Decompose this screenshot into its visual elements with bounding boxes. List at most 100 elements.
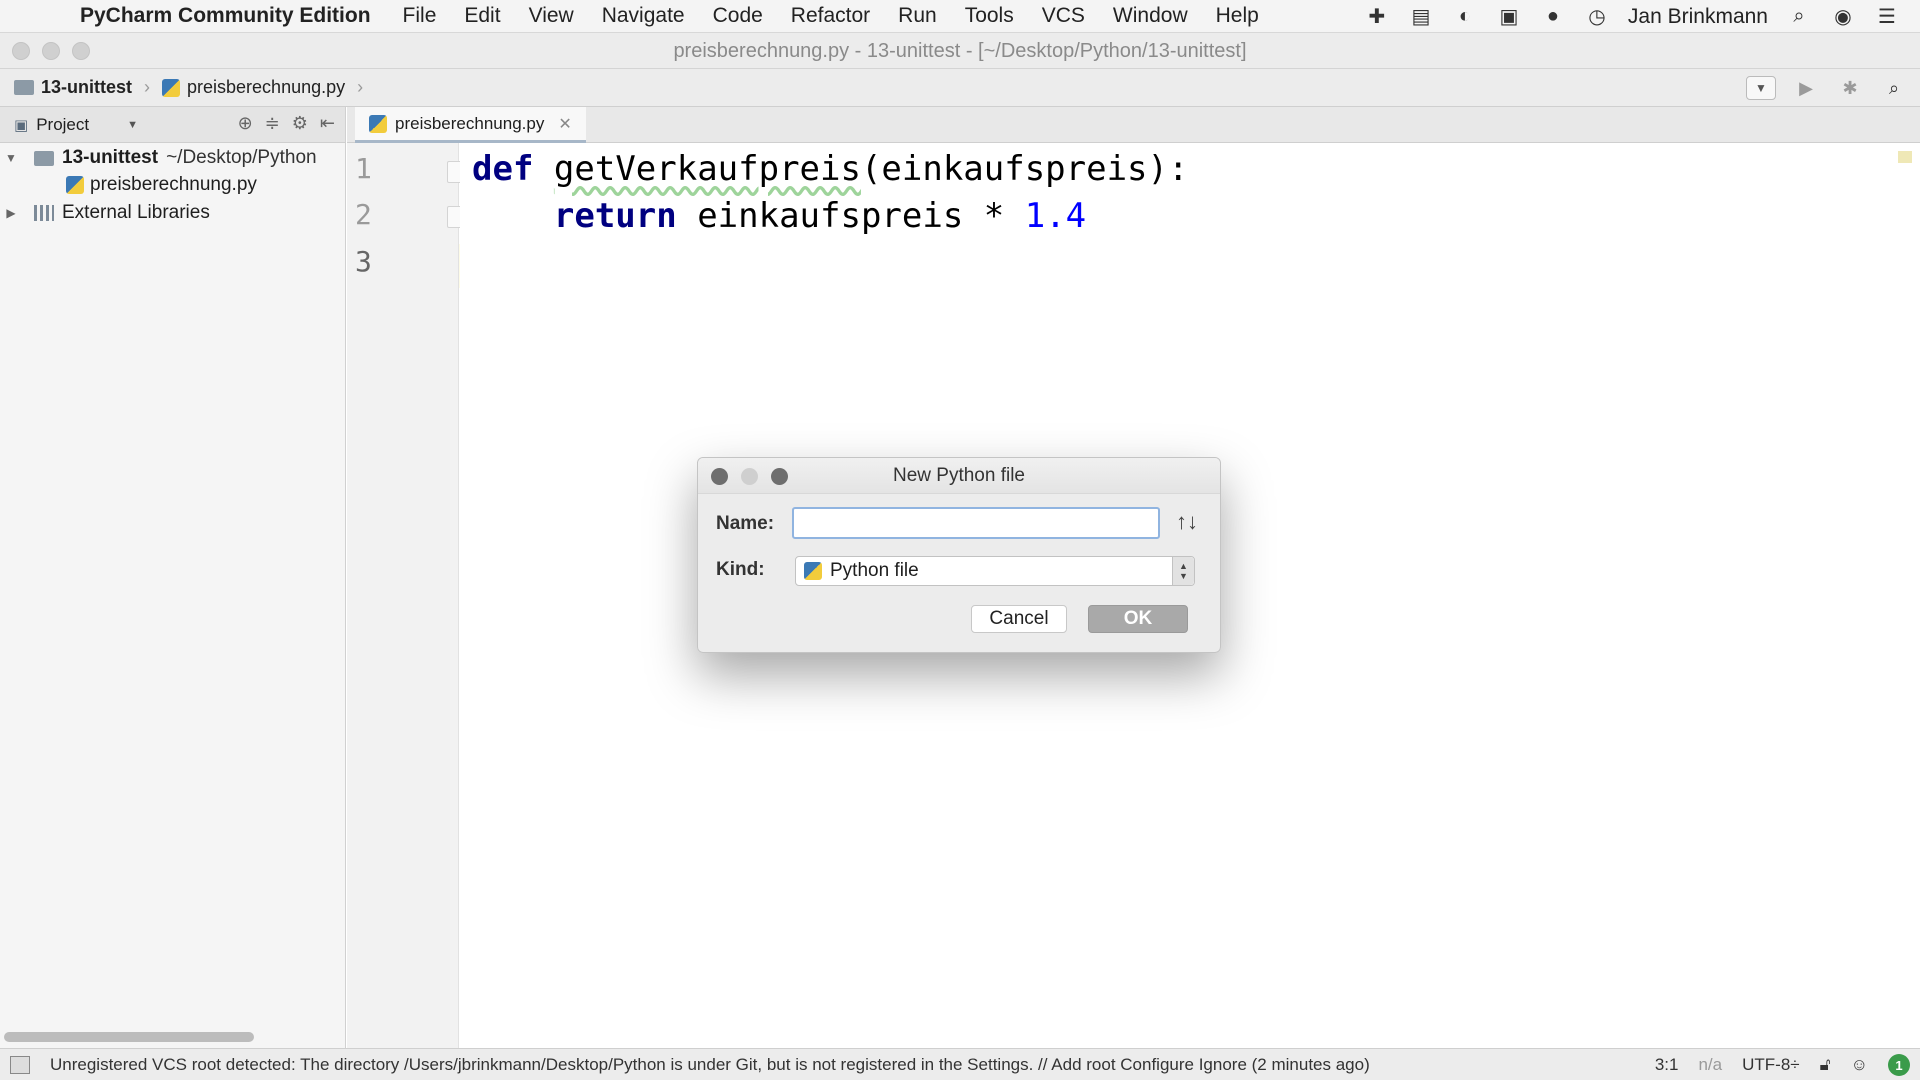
app-name-menu[interactable]: PyCharm Community Edition — [80, 4, 371, 28]
menu-navigate[interactable]: Navigate — [588, 4, 699, 28]
status-bar-widgets: 3:1 n/a UTF-8÷ 🔓︎ ☺ 1 — [1655, 1049, 1910, 1080]
new-python-file-dialog: New Python file Name: ↑↓ Kind: Python fi… — [697, 457, 1221, 653]
toggle-tool-windows-icon[interactable] — [10, 1055, 30, 1074]
locate-file-icon[interactable]: ⊕ — [238, 113, 253, 134]
mac-menu-bar: PyCharm Community Edition File Edit View… — [0, 0, 1920, 33]
breadcrumb-project-label: 13-unittest — [41, 77, 133, 97]
dialog-zoom-button[interactable] — [771, 468, 788, 485]
project-view-label[interactable]: Project — [36, 115, 89, 135]
chat-icon[interactable]: ● — [1540, 5, 1566, 29]
search-everywhere-icon[interactable]: ⌕ — [1880, 75, 1908, 101]
file-encoding[interactable]: UTF-8÷ — [1742, 1055, 1800, 1075]
menu-help[interactable]: Help — [1202, 4, 1273, 28]
function-params: (einkaufspreis): — [860, 149, 1189, 189]
tree-item-file[interactable]: preisberechnung.py — [66, 171, 257, 199]
menu-refactor[interactable]: Refactor — [777, 4, 884, 28]
function-name: getVerkaufpreis — [553, 149, 861, 189]
debug-icon[interactable]: ✱ — [1836, 75, 1864, 101]
hide-panel-icon[interactable]: ⇤ — [320, 113, 335, 134]
tree-item-project-root[interactable]: ▼ 13-unittest ~/Desktop/Python — [4, 144, 317, 172]
menu-code[interactable]: Code — [699, 4, 777, 28]
sort-arrows-icon[interactable]: ↑↓ — [1176, 509, 1198, 535]
horizontal-scrollbar[interactable] — [4, 1032, 254, 1042]
python-file-icon — [369, 114, 387, 133]
menu-file[interactable]: File — [389, 4, 451, 28]
expand-arrow-icon[interactable]: ▼ — [4, 151, 18, 165]
menu-vcs[interactable]: VCS — [1028, 4, 1099, 28]
menu-window[interactable]: Window — [1099, 4, 1202, 28]
notification-center-icon[interactable]: ☰ — [1874, 5, 1900, 29]
cancel-button[interactable]: Cancel — [971, 605, 1067, 633]
kind-label: Kind: — [716, 559, 765, 580]
vcs-notification-message[interactable]: Unregistered VCS root detected: The dire… — [50, 1055, 1370, 1075]
run-icon[interactable]: ▶ — [1792, 75, 1820, 101]
caret-position[interactable]: 3:1 — [1655, 1055, 1679, 1075]
collapse-arrow-icon[interactable]: ▶ — [4, 206, 18, 220]
project-panel-header: ▣ Project ▼ ⊕ ≑ ⚙ ⇤ — [0, 107, 345, 143]
folder-icon — [14, 80, 34, 95]
inspector-icon[interactable]: ☺ — [1851, 1055, 1868, 1075]
plus-icon[interactable]: ✚ — [1364, 5, 1390, 29]
time-machine-icon[interactable]: ◷ — [1584, 5, 1610, 29]
external-libraries-label: External Libraries — [62, 202, 210, 223]
breadcrumb-file[interactable]: preisberechnung.py — [162, 77, 345, 98]
line-number: 3 — [355, 245, 372, 278]
menu-extras: ✚ ▤ ◐ ▣ ● ◷ Jan Brinkmann ⌕ ◉ ☰ — [1364, 0, 1920, 33]
user-name-menu[interactable]: Jan Brinkmann — [1628, 5, 1768, 29]
line-separator[interactable]: n/a — [1698, 1055, 1722, 1075]
kind-select[interactable]: Python file ▲ ▼ — [795, 556, 1195, 586]
tree-item-external-libraries[interactable]: ▶ External Libraries — [4, 199, 210, 227]
settings-gear-icon[interactable]: ⚙ — [292, 113, 308, 134]
dialog-minimize-button — [741, 468, 758, 485]
select-stepper-icon[interactable]: ▲ ▼ — [1172, 557, 1194, 585]
project-view-icon: ▣ — [14, 116, 29, 134]
python-file-icon — [804, 562, 822, 580]
library-icon — [34, 205, 54, 221]
python-file-icon — [162, 78, 181, 97]
breadcrumb-separator-icon: › — [144, 77, 151, 97]
close-tab-icon[interactable]: ✕ — [558, 114, 571, 134]
run-configuration-dropdown[interactable]: ▼ — [1746, 76, 1776, 100]
lock-icon[interactable]: 🔓︎ — [1820, 1055, 1831, 1075]
ok-button[interactable]: OK — [1088, 605, 1188, 633]
menu-run[interactable]: Run — [884, 4, 951, 28]
keyword-def: def — [472, 149, 534, 189]
project-root-path: ~/Desktop/Python — [166, 147, 317, 168]
breadcrumb-file-label: preisberechnung.py — [187, 77, 346, 97]
leaf-icon[interactable]: ◐ — [1452, 5, 1478, 29]
event-log-badge[interactable]: 1 — [1888, 1054, 1910, 1076]
project-tool-window: ▣ Project ▼ ⊕ ≑ ⚙ ⇤ ▼ 13-unittest ~/Desk… — [0, 107, 346, 1048]
kind-selected-value: Python file — [830, 560, 919, 581]
project-view-dropdown-icon[interactable]: ▼ — [127, 119, 138, 131]
clipboard-icon[interactable]: ▤ — [1408, 5, 1434, 29]
menu-edit[interactable]: Edit — [450, 4, 514, 28]
tab-label: preisberechnung.py — [395, 113, 545, 133]
file-name-input[interactable] — [792, 507, 1160, 539]
window-title: preisberechnung.py - 13-unittest - [~/De… — [673, 40, 1247, 62]
tree-file-label: preisberechnung.py — [90, 174, 257, 195]
breadcrumb-project[interactable]: 13-unittest — [14, 77, 132, 98]
menu-view[interactable]: View — [515, 4, 588, 28]
collapse-all-icon[interactable]: ≑ — [265, 113, 280, 134]
siri-icon[interactable]: ◉ — [1830, 5, 1856, 29]
dialog-close-button[interactable] — [711, 468, 728, 485]
camera-icon[interactable]: ▣ — [1496, 5, 1522, 29]
return-expression: einkaufspreis * — [676, 196, 1025, 236]
editor-gutter: 1 2 3 — [347, 143, 465, 1048]
keyword-return: return — [553, 196, 677, 236]
folder-icon — [34, 150, 54, 166]
menu-tools[interactable]: Tools — [951, 4, 1028, 28]
spotlight-search-icon[interactable]: ⌕ — [1786, 5, 1812, 29]
number-literal: 1.4 — [1024, 196, 1087, 236]
breadcrumb-separator-icon: › — [357, 77, 364, 97]
status-bar: Unregistered VCS root detected: The dire… — [0, 1048, 1920, 1080]
line-number: 2 — [355, 198, 372, 231]
code-line-1: def getVerkaufpreis(einkaufspreis): — [472, 149, 1188, 189]
navigation-bar: 13-unittest › preisberechnung.py › ▼ ▶ ✱… — [0, 69, 1920, 107]
tab-preisberechnung[interactable]: preisberechnung.py ✕ — [355, 107, 586, 143]
project-panel-tools: ⊕ ≑ ⚙ ⇤ — [238, 113, 335, 134]
inspection-marker[interactable] — [1898, 151, 1912, 163]
code-line-2: return einkaufspreis * 1.4 — [472, 196, 1086, 236]
project-root-name: 13-unittest — [62, 147, 159, 168]
dialog-title-bar: New Python file — [698, 458, 1220, 494]
